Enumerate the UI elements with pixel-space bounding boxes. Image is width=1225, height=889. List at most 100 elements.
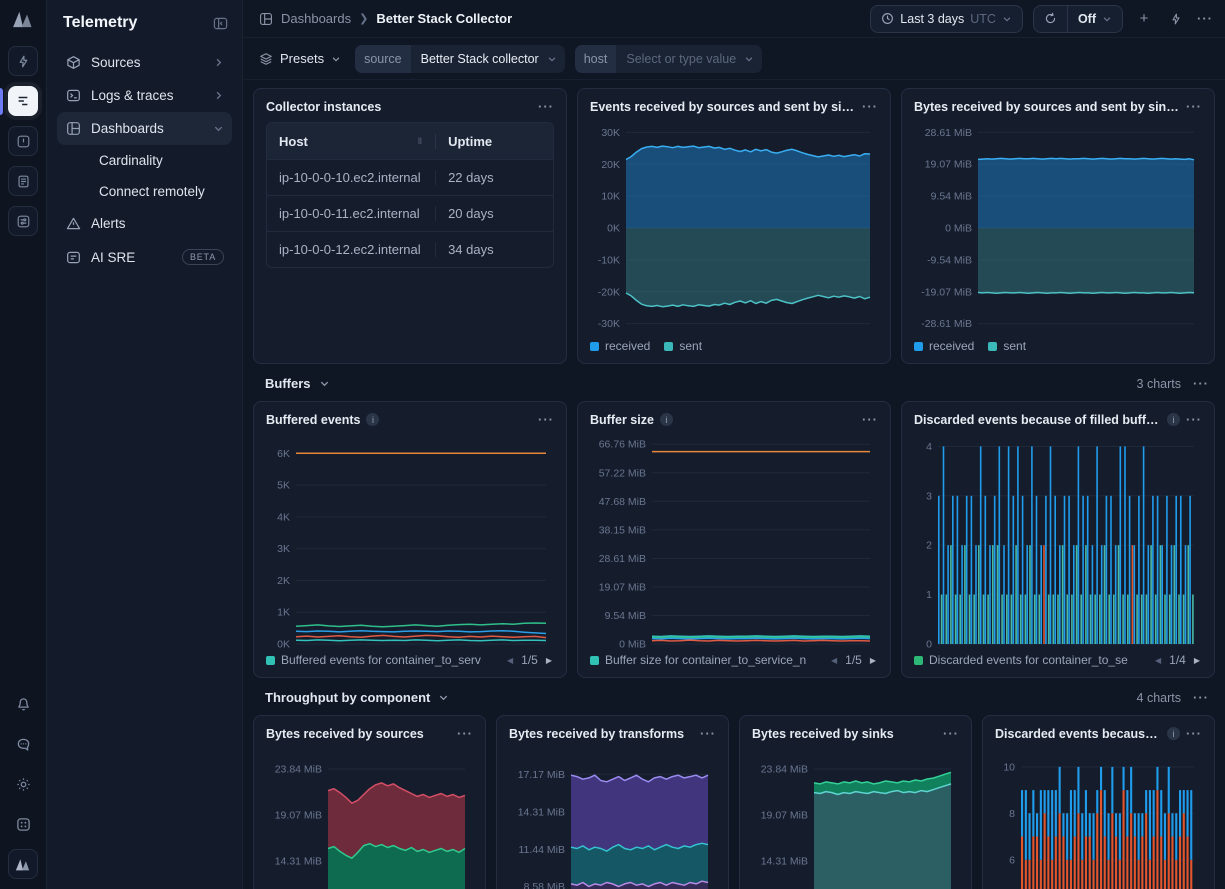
svg-text:4: 4	[926, 441, 932, 453]
svg-text:2K: 2K	[277, 575, 290, 587]
svg-text:23.84 MiB: 23.84 MiB	[275, 764, 322, 776]
legend-item-received[interactable]: received	[590, 339, 650, 353]
column-header-host[interactable]: Host‖	[267, 134, 435, 149]
source-filter-value: Better Stack collector	[421, 52, 539, 66]
uptime-monitoring-icon[interactable]	[8, 46, 38, 76]
better-stack-logo[interactable]	[12, 10, 34, 28]
card-menu[interactable]: ···	[1186, 99, 1202, 114]
pager-prev-icon[interactable]: ◀	[829, 656, 839, 665]
column-header-uptime[interactable]: Uptime	[435, 134, 553, 149]
sidebar-item-dashboards[interactable]: Dashboards	[57, 112, 232, 145]
card-menu[interactable]: ···	[1186, 412, 1202, 427]
section-menu[interactable]: ···	[1193, 376, 1209, 391]
column-resize-handle[interactable]: ‖	[418, 136, 423, 146]
card-menu[interactable]: ···	[943, 726, 959, 741]
pager-prev-icon[interactable]: ◀	[1153, 656, 1163, 665]
card-menu[interactable]: ···	[700, 726, 716, 741]
card-menu[interactable]: ···	[538, 412, 554, 427]
card-menu[interactable]: ···	[538, 99, 554, 114]
svg-text:5K: 5K	[277, 480, 290, 492]
footer-legend-label[interactable]: Discarded events for container_to_se	[929, 653, 1147, 667]
sidebar-item-cardinality[interactable]: Cardinality	[57, 145, 232, 176]
presets-button[interactable]: Presets	[255, 51, 345, 66]
legend-item-received[interactable]: received	[914, 339, 974, 353]
card-menu[interactable]: ···	[457, 726, 473, 741]
source-filter[interactable]: source Better Stack collector	[355, 45, 565, 73]
quick-actions-bolt-button[interactable]	[1165, 8, 1187, 30]
filterbar: Presets source Better Stack collector ho…	[243, 38, 1225, 80]
source-filter-label: source	[355, 45, 411, 73]
settings-sliders-icon[interactable]	[8, 206, 38, 236]
host-filter[interactable]: host Select or type value	[575, 45, 762, 73]
bytes-by-transforms-chart: 17.17 MiB14.31 MiB11.44 MiB8.58 MiB	[509, 745, 716, 889]
svg-text:9.54 MiB: 9.54 MiB	[605, 610, 646, 622]
svg-text:30K: 30K	[601, 127, 620, 139]
info-icon[interactable]: i	[660, 413, 673, 426]
pager-prev-icon[interactable]: ◀	[505, 656, 515, 665]
layers-icon	[259, 52, 273, 66]
svg-text:8.58 MiB: 8.58 MiB	[524, 881, 565, 889]
card-title: Bytes received by sources and sent by si…	[914, 100, 1180, 114]
add-panel-button[interactable]: +	[1133, 8, 1155, 30]
sidebar-item-ai-sre[interactable]: AI SRE BETA	[57, 240, 232, 274]
card-menu[interactable]: ···	[1186, 726, 1202, 741]
status-page-icon[interactable]	[8, 166, 38, 196]
buffers-section-toggle[interactable]: Buffers	[265, 376, 330, 391]
refresh-button[interactable]	[1034, 6, 1068, 32]
notifications-bell-icon[interactable]	[8, 689, 38, 719]
chevron-down-icon	[1002, 14, 1012, 24]
bytes-by-sinks-card: Bytes received by sinks ··· 23.84 MiB19.…	[739, 715, 972, 889]
svg-text:14.31 MiB: 14.31 MiB	[761, 856, 808, 868]
discarded-events-2-card: Discarded events because of... i ··· 108…	[982, 715, 1215, 889]
sidebar: Telemetry Sources Logs & traces Dashboar…	[47, 0, 243, 889]
time-range-button[interactable]: Last 3 days UTC	[870, 5, 1023, 33]
integrations-icon[interactable]	[8, 809, 38, 839]
rail-bottom	[8, 689, 38, 879]
breadcrumb-page: Better Stack Collector	[376, 11, 512, 26]
svg-text:-30K: -30K	[598, 318, 620, 330]
svg-text:19.07 MiB: 19.07 MiB	[275, 810, 322, 822]
theme-sun-icon[interactable]	[8, 769, 38, 799]
better-stack-logo-small[interactable]	[8, 849, 38, 879]
incident-icon[interactable]	[8, 126, 38, 156]
bytes-by-sinks-chart: 23.84 MiB19.07 MiB14.31 MiB	[752, 745, 959, 889]
section-menu[interactable]: ···	[1193, 690, 1209, 705]
topbar-more-menu[interactable]: ···	[1197, 11, 1213, 26]
svg-text:17.17 MiB: 17.17 MiB	[518, 769, 565, 781]
svg-text:3K: 3K	[277, 543, 290, 555]
info-icon[interactable]: i	[366, 413, 379, 426]
pager-next-icon[interactable]: ▶	[1192, 656, 1202, 665]
refresh-group: Off	[1033, 5, 1123, 33]
card-menu[interactable]: ···	[862, 99, 878, 114]
legend-item-sent[interactable]: sent	[988, 339, 1026, 353]
svg-text:19.07 MiB: 19.07 MiB	[925, 159, 972, 171]
feedback-chat-icon[interactable]	[8, 729, 38, 759]
info-icon[interactable]: i	[1167, 413, 1180, 426]
sidebar-item-connect-remotely[interactable]: Connect remotely	[57, 176, 232, 207]
timezone-label: UTC	[970, 12, 996, 26]
info-icon[interactable]: i	[1167, 727, 1180, 740]
telemetry-logs-icon[interactable]	[8, 86, 38, 116]
svg-text:28.61 MiB: 28.61 MiB	[925, 127, 972, 139]
sidebar-item-label: Logs & traces	[91, 88, 203, 103]
legend-item-sent[interactable]: sent	[664, 339, 702, 353]
svg-text:14.31 MiB: 14.31 MiB	[518, 806, 565, 818]
host-cell: ip-10-0-0-11.ec2.internal	[267, 206, 435, 221]
sidebar-item-logs-traces[interactable]: Logs & traces	[57, 79, 232, 112]
footer-legend-label[interactable]: Buffer size for container_to_service_n	[605, 653, 823, 667]
svg-text:20K: 20K	[601, 159, 620, 171]
throughput-section-toggle[interactable]: Throughput by component	[265, 690, 449, 705]
buffer-size-chart: 66.76 MiB57.22 MiB47.68 MiB38.15 MiB28.6…	[590, 431, 878, 649]
breadcrumb-section[interactable]: Dashboards	[281, 11, 351, 26]
card-menu[interactable]: ···	[862, 412, 878, 427]
sidebar-item-sources[interactable]: Sources	[57, 46, 232, 79]
svg-text:-19.07 MiB: -19.07 MiB	[921, 286, 972, 298]
collapse-sidebar-icon[interactable]	[213, 16, 228, 31]
refresh-interval-button[interactable]: Off	[1068, 6, 1122, 32]
pager-next-icon[interactable]: ▶	[544, 656, 554, 665]
sidebar-item-alerts[interactable]: Alerts	[57, 207, 232, 240]
card-title: Bytes received by transforms	[509, 727, 684, 741]
footer-legend-label[interactable]: Buffered events for container_to_serv	[281, 653, 499, 667]
buffered-events-chart: 6K5K4K3K2K1K0K	[266, 431, 554, 649]
pager-next-icon[interactable]: ▶	[868, 656, 878, 665]
